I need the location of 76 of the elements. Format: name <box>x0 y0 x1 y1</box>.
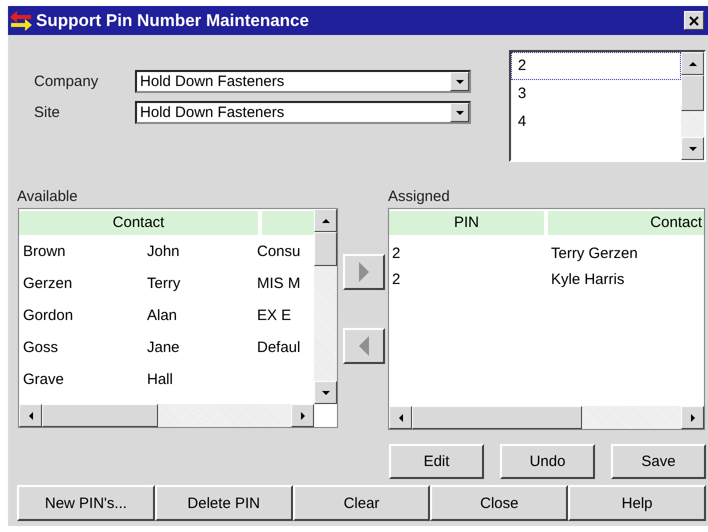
scroll-thumb[interactable] <box>42 404 158 427</box>
action-button[interactable]: New PIN's... <box>17 485 155 521</box>
right-arrow-icon <box>688 414 696 422</box>
assigned-grid[interactable]: PIN Contact 2 Terry Gerzen 2 Kyle Harris <box>388 208 705 430</box>
table-cell-text: Terry <box>147 274 182 292</box>
down-arrow-icon <box>456 78 464 86</box>
table-cell-text: Gerzen <box>22 274 74 292</box>
pin-list[interactable]: 2 3 4 <box>508 50 706 162</box>
table-cell-text: Consu <box>257 242 302 260</box>
dropdown-field[interactable]: Hold Down Fasteners <box>135 70 471 93</box>
close-icon <box>689 16 699 26</box>
table-cell-text: John <box>147 242 181 260</box>
up-arrow-icon <box>322 216 330 224</box>
table-cell-text: Alan <box>147 306 178 324</box>
vertical-scrollbar[interactable] <box>681 52 704 160</box>
column-header[interactable]: Contact <box>19 211 258 235</box>
table-cell-text: Hall <box>147 370 174 388</box>
field-label: Company <box>34 73 100 90</box>
scroll-down-button[interactable] <box>681 137 704 160</box>
action-button[interactable]: Help <box>568 485 706 521</box>
scroll-thumb[interactable] <box>314 232 337 266</box>
horizontal-scrollbar[interactable] <box>389 406 704 429</box>
dropdown-field[interactable]: Hold Down Fasteners <box>135 101 471 124</box>
column-header[interactable]: PIN <box>389 211 544 235</box>
scroll-up-button[interactable] <box>681 52 704 75</box>
left-arrow-icon <box>396 414 404 422</box>
action-button[interactable]: Undo <box>500 444 595 479</box>
scroll-thumb[interactable] <box>681 75 704 111</box>
action-button[interactable]: Delete PIN <box>154 485 293 521</box>
table-cell-text: Brown <box>22 242 67 260</box>
scroll-right-button[interactable] <box>681 406 704 429</box>
table-cell-text: MIS M <box>257 274 302 292</box>
list-item[interactable]: 4 <box>510 108 681 136</box>
list-item[interactable]: 3 <box>510 80 681 108</box>
down-arrow-icon <box>456 108 464 116</box>
scroll-right-button[interactable] <box>291 404 314 427</box>
table-cell-text: 2 <box>391 244 402 262</box>
table-cell: Terry Gerzen <box>551 244 638 262</box>
table-cell-text: Gordon <box>22 306 74 324</box>
section-label: Available <box>17 188 79 207</box>
section-label: Assigned <box>388 188 451 207</box>
action-button[interactable]: Save <box>611 444 706 479</box>
swap-arrows-icon <box>10 10 32 30</box>
right-arrow-icon <box>358 262 370 282</box>
dropdown-button[interactable] <box>450 72 469 91</box>
horizontal-scrollbar[interactable] <box>19 404 314 427</box>
add-button[interactable] <box>343 254 385 290</box>
scroll-left-button[interactable] <box>19 404 42 427</box>
down-arrow-icon <box>688 144 696 152</box>
left-arrow-icon <box>358 336 370 356</box>
field-label: Site <box>34 104 61 121</box>
right-arrow-icon <box>298 412 306 420</box>
action-button[interactable]: Close <box>430 485 568 521</box>
scroll-thumb[interactable] <box>412 406 582 429</box>
action-button[interactable]: Clear <box>292 485 430 521</box>
down-arrow-icon <box>322 388 330 396</box>
up-arrow-icon <box>688 60 696 68</box>
contact-grid[interactable]: Contact Brown John Consu Gerzen Terry MIS M Gordon Alan EX E Goss Jane Defaul Grave Hall <box>18 208 338 428</box>
scroll-left-button[interactable] <box>389 406 412 429</box>
remove-button[interactable] <box>343 328 385 364</box>
column-header[interactable]: Contact <box>548 211 704 235</box>
table-cell-text: Grave <box>22 370 65 388</box>
action-button[interactable]: Edit <box>389 444 484 479</box>
table-cell-text: 2 <box>391 270 402 288</box>
window-title: Support Pin Number Maintenance <box>36 10 310 30</box>
table-cell-text: Goss <box>22 338 60 356</box>
scroll-down-button[interactable] <box>314 381 337 404</box>
table-cell-text: Jane <box>147 338 181 356</box>
close-button[interactable] <box>684 11 704 30</box>
table-cell: Kyle Harris <box>551 270 624 288</box>
dropdown-button[interactable] <box>450 103 469 122</box>
table-cell-text: EX E <box>257 306 292 324</box>
left-arrow-icon <box>26 412 34 420</box>
table-cell-text: Defaul <box>257 338 302 356</box>
scroll-up-button[interactable] <box>314 209 337 232</box>
vertical-scrollbar[interactable] <box>314 209 337 404</box>
